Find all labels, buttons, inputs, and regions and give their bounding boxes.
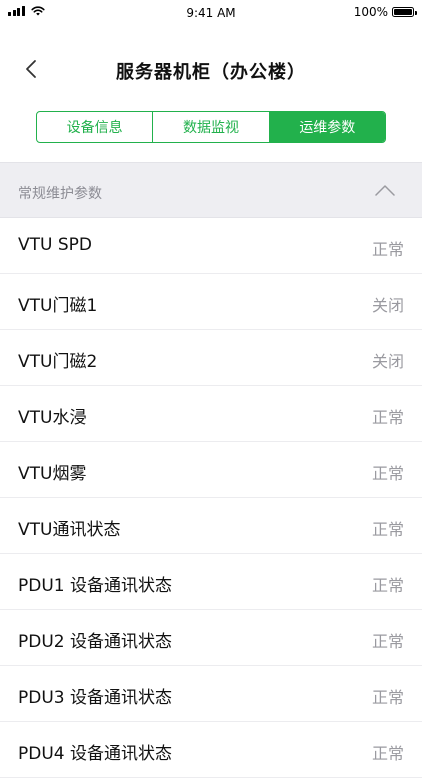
battery-percent: 100% <box>353 5 388 19</box>
tab-data-monitor[interactable]: 数据监视 <box>153 112 270 142</box>
row-value: 正常 <box>371 240 404 259</box>
row-label: VTU水浸 <box>18 408 87 428</box>
row-value: 正常 <box>371 744 404 763</box>
row-value: 关闭 <box>371 352 404 371</box>
segmented-tabs: 设备信息 数据监视 运维参数 <box>36 111 386 143</box>
row-label: VTU烟雾 <box>18 464 87 484</box>
row-label: VTU门磁2 <box>18 352 98 372</box>
page-title: 服务器机柜（办公楼） <box>116 62 306 83</box>
row-value: 正常 <box>371 408 404 427</box>
row-value: 关闭 <box>371 296 404 315</box>
status-bar: 9:41 AM 100% <box>0 0 422 26</box>
row-value: 正常 <box>371 632 404 651</box>
row-value: 正常 <box>371 464 404 483</box>
row-value: 正常 <box>371 576 404 595</box>
section-header[interactable]: 常规维护参数 <box>0 162 422 218</box>
chevron-up-icon[interactable] <box>374 183 396 197</box>
list-item[interactable]: VTU通讯状态 正常 <box>0 498 422 554</box>
row-label: PDU4 设备通讯状态 <box>18 744 173 764</box>
nav-bar: 服务器机柜（办公楼） <box>0 40 422 100</box>
list-item[interactable]: VTU SPD 正常 <box>0 218 422 274</box>
row-label: VTU门磁1 <box>18 296 98 316</box>
param-list: VTU SPD 正常 VTU门磁1 关闭 VTU门磁2 关闭 VTU水浸 正常 … <box>0 218 422 778</box>
tab-maintenance-params[interactable]: 运维参数 <box>269 112 385 142</box>
list-item[interactable]: PDU4 设备通讯状态 正常 <box>0 722 422 778</box>
section-title: 常规维护参数 <box>18 186 102 202</box>
row-value: 正常 <box>371 688 404 707</box>
row-label: VTU通讯状态 <box>18 520 121 540</box>
row-label: PDU3 设备通讯状态 <box>18 688 173 708</box>
row-label: VTU SPD <box>18 235 92 255</box>
list-item[interactable]: VTU门磁2 关闭 <box>0 330 422 386</box>
row-value: 正常 <box>371 520 404 539</box>
list-item[interactable]: PDU2 设备通讯状态 正常 <box>0 610 422 666</box>
row-label: PDU1 设备通讯状态 <box>18 576 173 596</box>
battery-icon <box>392 7 417 17</box>
list-item[interactable]: VTU门磁1 关闭 <box>0 274 422 330</box>
list-item[interactable]: PDU3 设备通讯状态 正常 <box>0 666 422 722</box>
status-right: 100% <box>353 5 417 19</box>
list-item[interactable]: PDU1 设备通讯状态 正常 <box>0 554 422 610</box>
tab-device-info[interactable]: 设备信息 <box>37 112 154 142</box>
list-item[interactable]: VTU水浸 正常 <box>0 386 422 442</box>
row-label: PDU2 设备通讯状态 <box>18 632 173 652</box>
list-item[interactable]: VTU烟雾 正常 <box>0 442 422 498</box>
